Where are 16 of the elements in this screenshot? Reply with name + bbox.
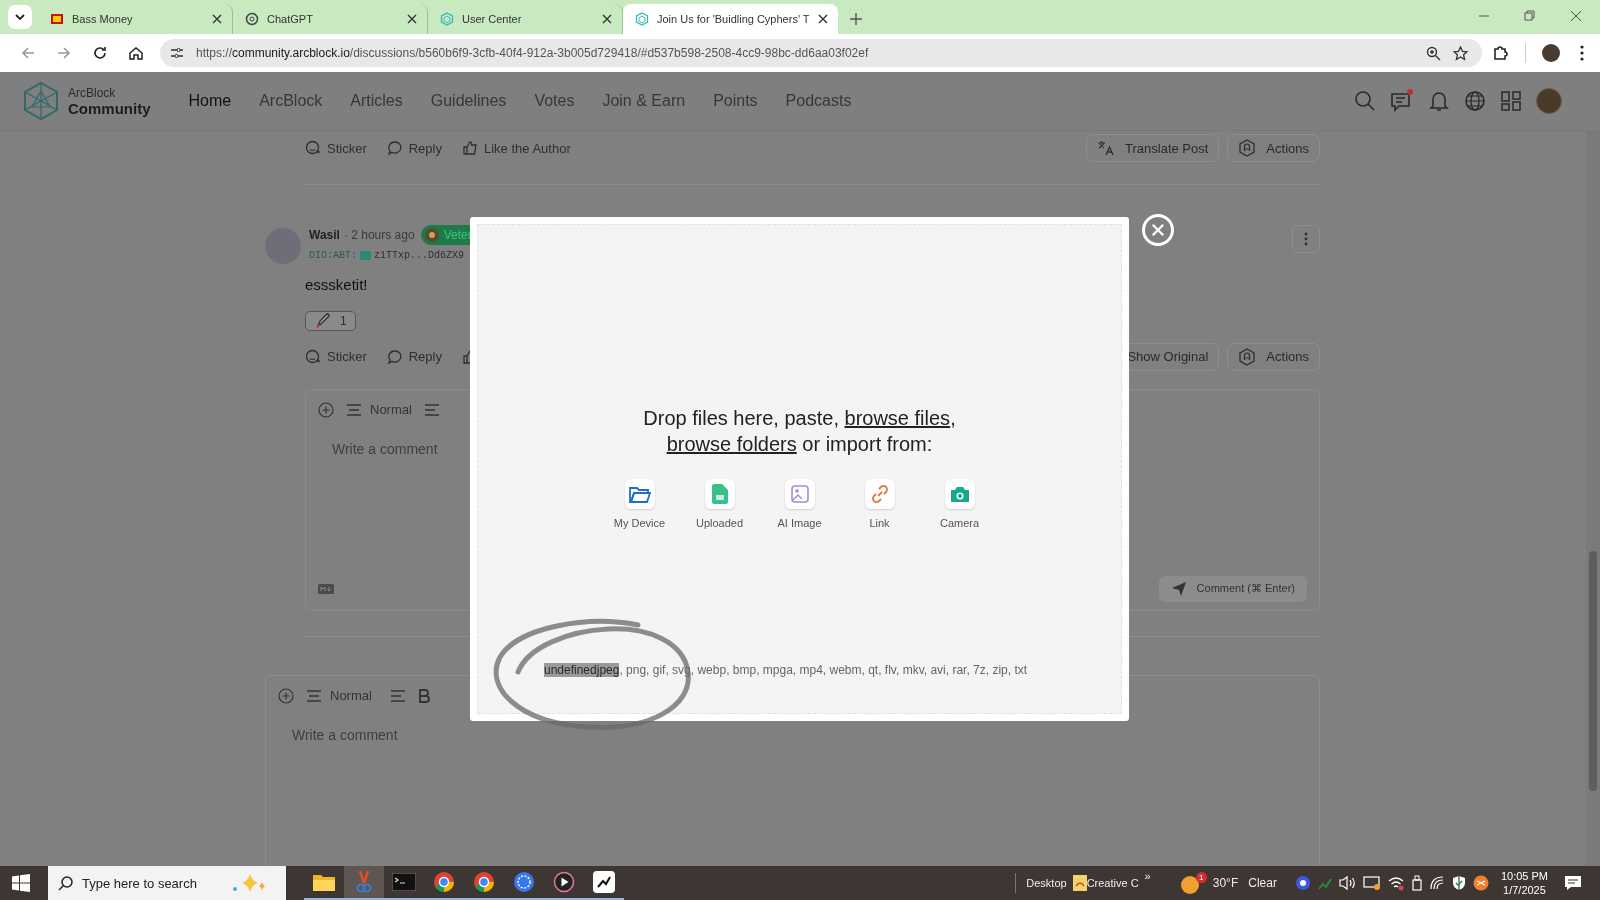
weather-condition: Clear xyxy=(1248,876,1277,890)
tab-title: User Center xyxy=(462,13,523,25)
tab-title: Join Us for 'Buidling Cyphers' T xyxy=(657,13,810,25)
drop-prompt: Drop files here, paste, browse files, browse folders or import from: xyxy=(643,406,956,457)
alert-count: 1 xyxy=(1195,872,1207,883)
url-text: https://community.arcblock.io/discussions/b560b6f9-3cfb-40f4-912a-3b005d729418/#d537b598-2508-4cc9-98bc-dd6aa03f02ef xyxy=(196,46,869,60)
temperature: 30°F xyxy=(1212,876,1239,890)
logo-text: ArcBlock xyxy=(68,85,117,101)
did-address: z1TTxp...Dd6ZX9 xyxy=(374,249,465,261)
tab-title: ChatGPT xyxy=(267,13,314,25)
did-label: DID:ABT: xyxy=(309,249,357,261)
badge-label: Veter xyxy=(443,227,472,242)
tab-title: Bass Money xyxy=(72,13,134,25)
logo-text: Community xyxy=(68,101,151,117)
comment-text: esssketit! xyxy=(305,275,369,293)
comment-time: · 2 hours ago xyxy=(343,227,415,242)
